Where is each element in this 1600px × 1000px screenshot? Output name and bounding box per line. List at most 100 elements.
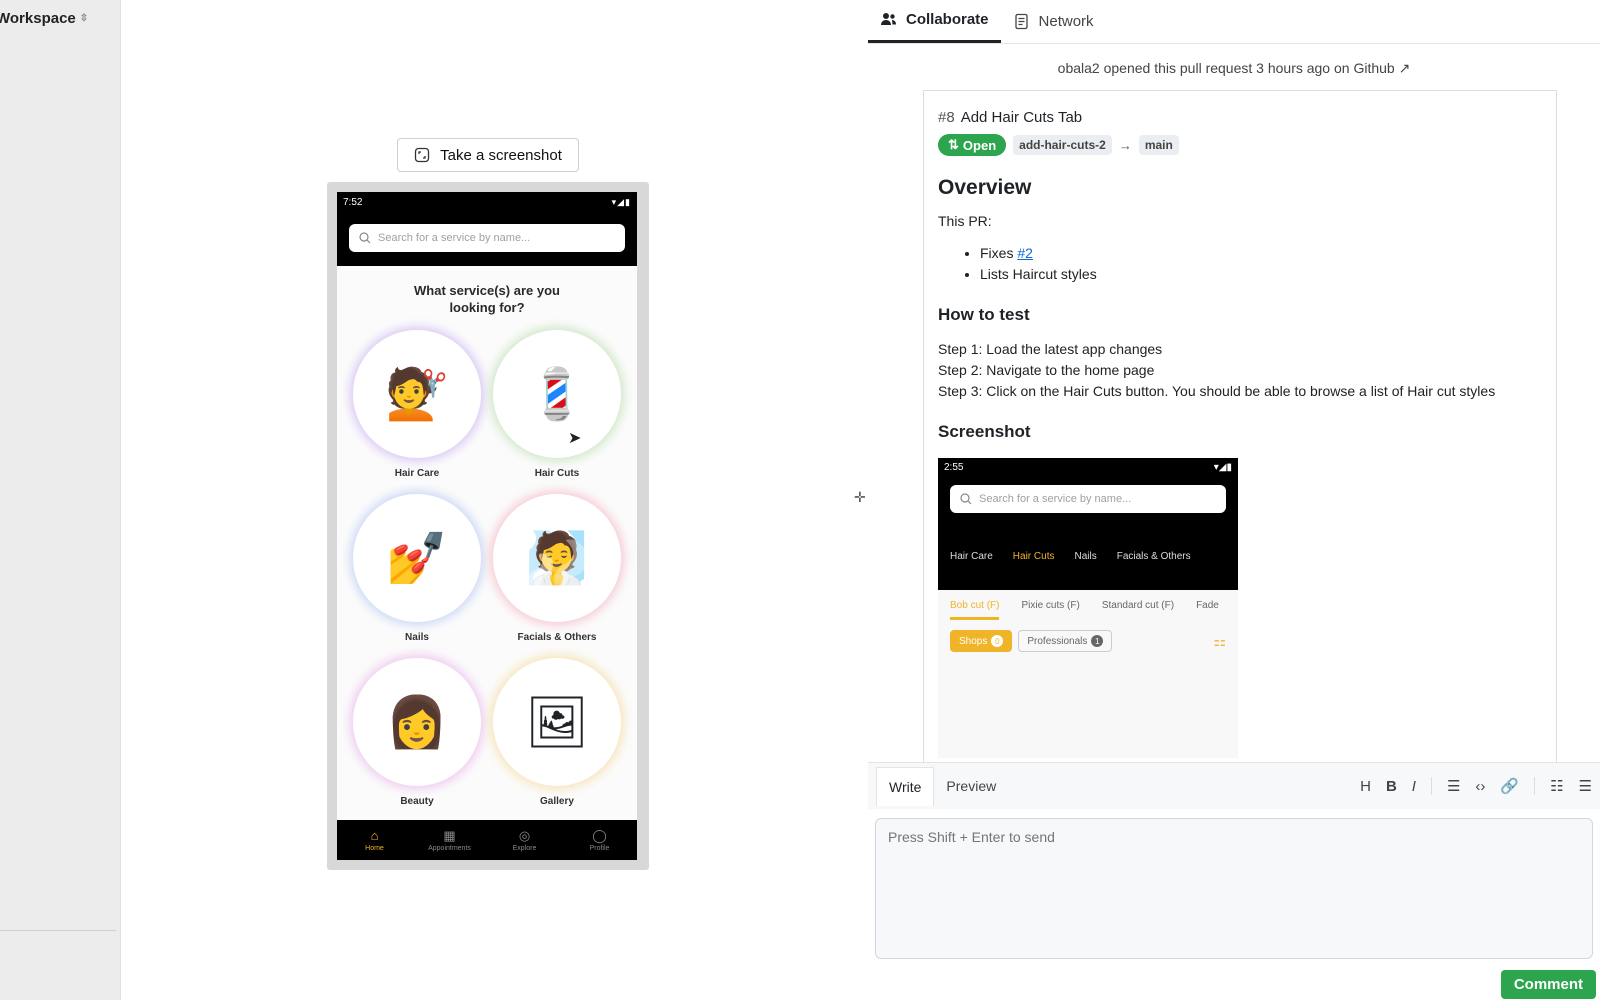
tab-collaborate-label: Collaborate [906,11,989,28]
issue-link[interactable]: #2 [1017,245,1033,261]
pr-bullets: Fixes #2 Lists Haircut styles [938,243,1542,285]
collaborate-panel: Collaborate Network obala2 opened this p… [868,0,1600,1000]
take-screenshot-button[interactable]: Take a screenshot [397,138,579,172]
service-tile-gallery[interactable]: 🖼 Gallery [487,658,627,807]
device-preview-area: Take a screenshot 7:52 ▾◢▮ Search for a … [121,0,854,1000]
phone-status-icons: ▾◢▮ [611,196,631,207]
embed-search-wrap: Search for a service by name... [938,476,1238,522]
filter-icon: ⚏ [1213,632,1226,649]
phone-screen[interactable]: 7:52 ▾◢▮ Search for a service by name...… [337,192,637,860]
link-icon[interactable]: 🔗 [1500,777,1519,795]
bullet-fixes-prefix: Fixes [980,245,1018,261]
tab-write[interactable]: Write [876,766,935,806]
service-tile-label: Hair Cuts [534,468,580,479]
embed-time: 2:55 [944,461,964,473]
service-tile-facials[interactable]: 🧖 Facials & Others [487,494,627,643]
phone-search-input[interactable]: Search for a service by name... [349,224,625,252]
overview-heading: Overview [938,176,1032,199]
pr-title-row: #8 Add Hair Cuts Tab [938,109,1542,126]
base-branch: main [1138,135,1179,155]
embed-category: Hair Care [950,550,993,562]
toolbar-divider [1534,777,1536,795]
phone-search-placeholder: Search for a service by name... [378,232,531,244]
code-icon[interactable]: ‹› [1475,778,1485,795]
pr-description: Overview This PR: Fixes #2 Lists Haircut… [938,176,1542,758]
nav-home[interactable]: ⌂ Home [337,820,412,860]
pr-meta-row: ⇅ Open add-hair-cuts-2 → main [938,134,1542,156]
pr-opened-link[interactable]: obala2 opened this pull request 3 hours … [868,60,1600,77]
comment-input[interactable] [875,818,1593,959]
people-icon [881,13,896,25]
test-step: Step 2: Navigate to the home page [938,362,1155,378]
phone-time: 7:52 [343,196,363,208]
tab-collaborate[interactable]: Collaborate [868,0,1001,43]
embed-search-placeholder: Search for a service by name... [979,493,1132,505]
test-step: Step 1: Load the latest app changes [938,341,1163,357]
nav-profile[interactable]: ◯ Profile [562,820,637,860]
service-tile-label: Nails [405,632,429,643]
embed-status-bar: 2:55 ▾◢▮ [938,458,1238,476]
workspace-selector[interactable]: Workspace ⇳ [0,10,88,27]
mouse-cursor-icon: ➤ [568,430,582,447]
italic-icon[interactable]: I [1412,778,1416,795]
embed-category: Facials & Others [1116,550,1191,562]
nav-explore[interactable]: ◎ Explore [487,820,562,860]
phone-search-wrap: Search for a service by name... [337,212,637,266]
embed-category-active: Hair Cuts [1012,550,1055,562]
home-icon: ⌂ [370,827,379,843]
nav-label: Profile [589,844,610,852]
quote-icon[interactable]: ☰ [1447,777,1460,795]
service-tile-label: Gallery [540,796,574,807]
embed-subtab: Pixie cuts (F) [1021,600,1080,611]
pr-status-label: Open [962,137,997,153]
comment-button[interactable]: Comment [1500,970,1596,999]
service-question: What service(s) are you looking for? [414,283,560,315]
bullet-fixes: Fixes #2 [980,243,1542,264]
embed-chip-shops: Shops 0 [950,630,1013,652]
service-tile-nails[interactable]: 💅 Nails [347,494,487,643]
bold-icon[interactable]: B [1386,778,1397,795]
hair-care-illustration-icon: 💇 [353,330,481,458]
embed-category-tabs: Hair Care Hair Cuts Nails Facials & Othe… [938,522,1238,590]
phone-status-bar: 7:52 ▾◢▮ [337,192,637,212]
resize-handle-icon[interactable]: ✛ [854,489,866,506]
workspace-label: Workspace [0,10,76,27]
tab-network-label: Network [1038,12,1094,30]
bullet-haircut-styles: Lists Haircut styles [980,264,1542,285]
compass-icon: ◎ [518,827,531,843]
search-icon [359,232,371,244]
tab-preview[interactable]: Preview [934,767,1008,805]
pull-request-card: #8 Add Hair Cuts Tab ⇅ Open add-hair-cuts… [923,90,1557,762]
ordered-list-icon[interactable]: ☰ [1579,777,1592,795]
unordered-list-icon[interactable]: ☷ [1550,777,1563,795]
service-tile-label: Beauty [400,796,434,807]
service-tile-label: Hair Care [394,468,440,479]
nav-appointments[interactable]: ▦ Appointments [412,820,487,860]
gallery-illustration-icon: 🖼 [493,658,621,786]
service-tile-hair-cuts[interactable]: 💈 Hair Cuts [487,330,627,479]
embed-subtabs: Bob cut (F) Pixie cuts (F) Standard cut … [938,590,1238,620]
facials-illustration-icon: 🧖 [493,494,621,622]
screenshot-icon [414,147,430,163]
pr-status-badge: ⇅ Open [938,134,1007,156]
pr-intro: This PR: [938,213,992,229]
pull-request-icon: ⇅ [948,137,959,152]
embed-subtab: Fade [1196,600,1219,611]
toolbar-divider [1430,777,1432,795]
phone-frame: 7:52 ▾◢▮ Search for a service by name...… [327,182,649,870]
service-tile-hair-care[interactable]: 💇 Hair Care [347,330,487,479]
arrow-right-icon: → [1118,137,1132,153]
phone-bottom-nav: ⌂ Home ▦ Appointments ◎ Explore ◯ Profil… [337,820,637,860]
embed-chips: Shops 0 Professionals 1 ⚏ [938,620,1238,652]
search-icon [960,493,972,505]
nails-illustration-icon: 💅 [353,494,481,622]
service-tile-beauty[interactable]: 👩 Beauty [347,658,487,807]
embedded-screenshot: 2:55 ▾◢▮ Search for a service by name...… [938,458,1238,758]
tab-network[interactable]: Network [1001,0,1106,43]
nav-label: Explore [512,844,537,852]
embed-search-input: Search for a service by name... [950,485,1226,513]
embed-subtab: Standard cut (F) [1101,600,1175,611]
heading-icon[interactable]: H [1360,778,1371,795]
test-steps: Step 1: Load the latest app changes Step… [938,339,1542,402]
beauty-illustration-icon: 👩 [353,658,481,786]
